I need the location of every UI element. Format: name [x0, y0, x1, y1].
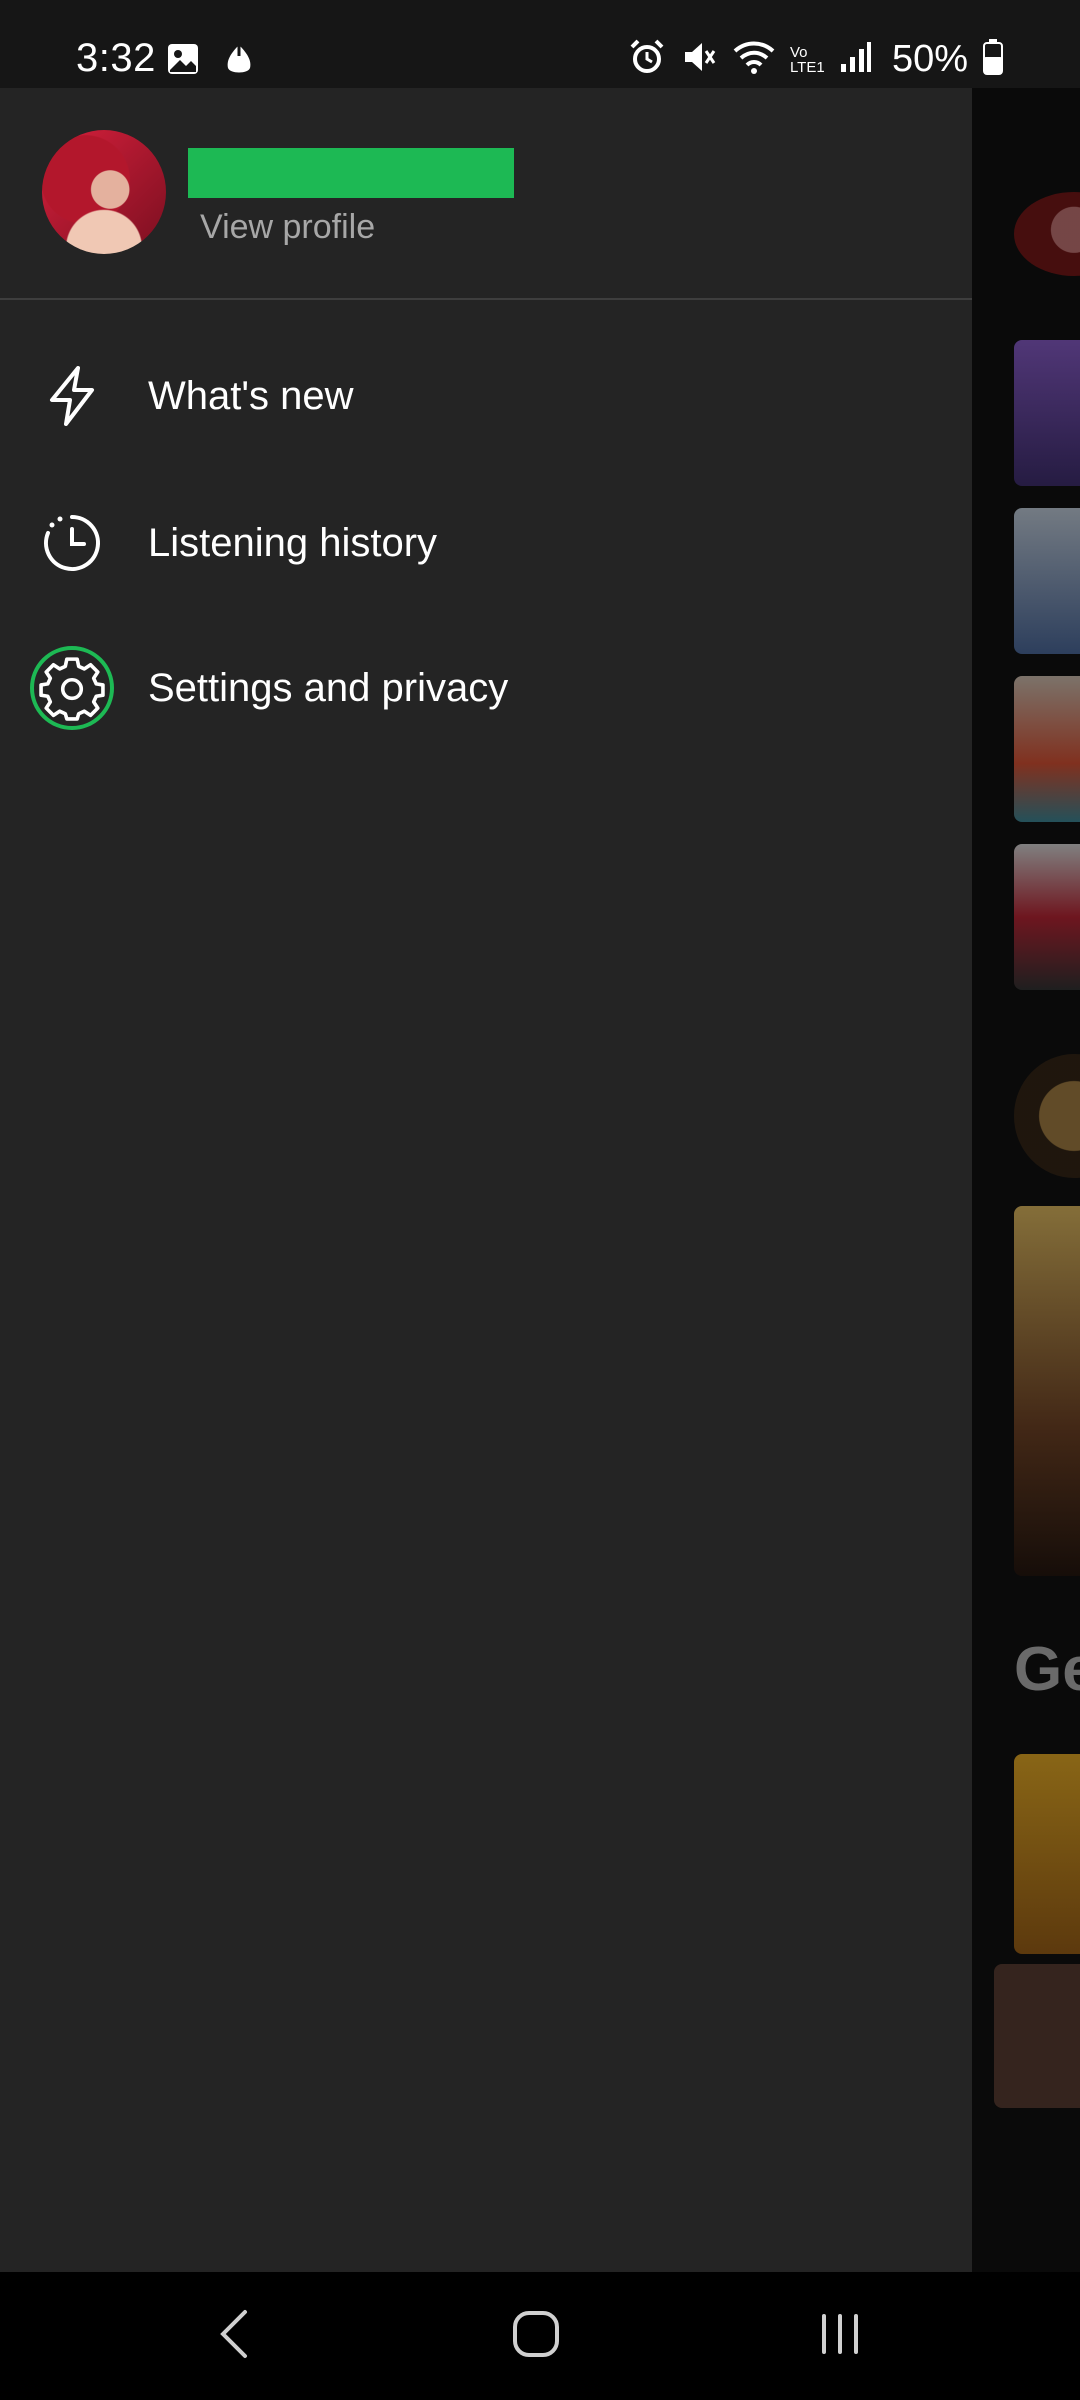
- side-drawer: View profile What's new Listening histor…: [0, 88, 972, 2272]
- battery-icon: [982, 38, 1004, 81]
- gallery-icon: [166, 42, 200, 81]
- mute-icon: [680, 38, 718, 81]
- screen: 3:32 Vo LTE1 50% Ge View profile What's …: [0, 0, 1080, 2400]
- network-type-label: Vo LTE1: [789, 43, 825, 76]
- status-time: 3:32: [76, 36, 156, 80]
- menu-item-whats-new[interactable]: What's new: [0, 326, 972, 466]
- back-button[interactable]: [155, 2272, 315, 2400]
- bg-section-heading: Ge: [1014, 1635, 1080, 1704]
- avatar[interactable]: [42, 130, 166, 254]
- animal-crossing-icon: [222, 42, 256, 81]
- bg-album-art: [1014, 844, 1080, 990]
- menu-item-settings[interactable]: Settings and privacy: [0, 618, 972, 758]
- focus-ring: [30, 646, 114, 730]
- profile-header[interactable]: View profile: [0, 88, 972, 300]
- back-icon: [215, 2306, 255, 2367]
- battery-percent: 50%: [891, 38, 968, 80]
- bg-mini-player: [994, 1964, 1080, 2108]
- wifi-icon: [732, 38, 776, 81]
- view-profile-link[interactable]: View profile: [200, 208, 375, 247]
- bg-album-art: [1014, 676, 1080, 822]
- bg-avatar: [1014, 192, 1080, 276]
- recents-button[interactable]: [760, 2272, 920, 2400]
- lightning-icon: [30, 354, 114, 438]
- status-bar: 3:32 Vo LTE1 50%: [0, 0, 1080, 88]
- menu-item-listening-history[interactable]: Listening history: [0, 473, 972, 613]
- bg-avatar: [1014, 1054, 1080, 1178]
- recents-icon: [818, 2312, 862, 2361]
- bg-playlist-art: [1014, 1754, 1080, 1954]
- menu-item-label: What's new: [148, 373, 354, 418]
- home-icon: [511, 2309, 561, 2364]
- system-nav-bar: [0, 2272, 1080, 2400]
- history-clock-icon: [30, 501, 114, 585]
- divider: [0, 298, 972, 300]
- home-button[interactable]: [456, 2272, 616, 2400]
- menu-item-label: Listening history: [148, 520, 438, 565]
- bg-album-art: [1014, 340, 1080, 486]
- gear-icon: [30, 646, 114, 730]
- bg-album-art: [1014, 508, 1080, 654]
- bg-artist-image: [1014, 1206, 1080, 1576]
- username-redacted: [188, 148, 514, 198]
- menu-item-label: Settings and privacy: [148, 665, 509, 710]
- alarm-icon: [628, 38, 666, 81]
- signal-icon: [838, 40, 872, 79]
